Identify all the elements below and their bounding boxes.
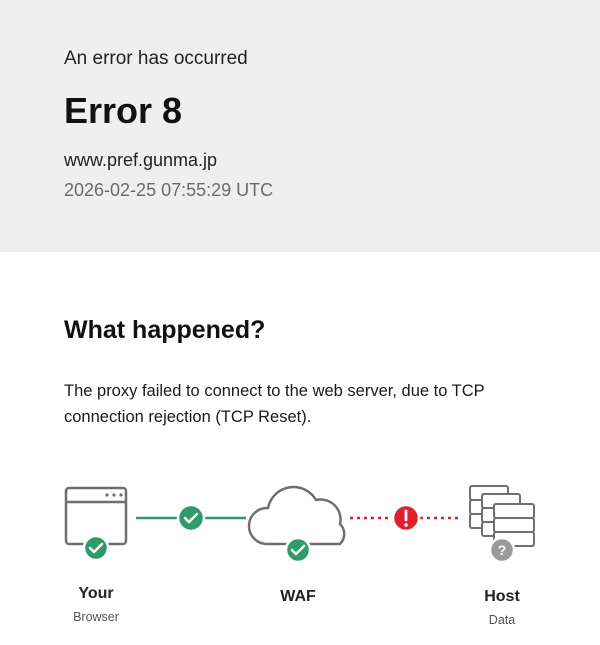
error-header-panel: An error has occurred Error 8 www.pref.g… (0, 0, 600, 252)
error-timestamp: 2026-02-25 07:55:29 UTC (64, 180, 274, 200)
error-host: www.pref.gunma.jp (64, 150, 218, 170)
connection-diagram: ? Your Browser WAF Host Data (0, 470, 600, 640)
node-browser-sublabel: Browser (73, 610, 119, 624)
link-error-exclamation-icon (391, 503, 421, 533)
node-waf-label: WAF (280, 588, 316, 605)
node-host-sublabel: Data (488, 613, 516, 627)
svg-text:?: ? (498, 542, 507, 558)
waf-status-check-icon (284, 536, 312, 564)
cloud-icon (247, 485, 346, 546)
node-host-label: Host (484, 588, 520, 605)
node-browser-label: Your (78, 585, 114, 602)
link-ok-check-icon (176, 503, 206, 533)
browser-status-check-icon (82, 534, 110, 562)
error-title: Error 8 (64, 90, 183, 131)
what-happened-description: The proxy failed to connect to the web s… (64, 382, 485, 426)
what-happened-heading: What happened? (64, 316, 266, 344)
error-subtitle: An error has occurred (64, 48, 248, 69)
host-status-unknown-icon: ? (488, 536, 516, 564)
